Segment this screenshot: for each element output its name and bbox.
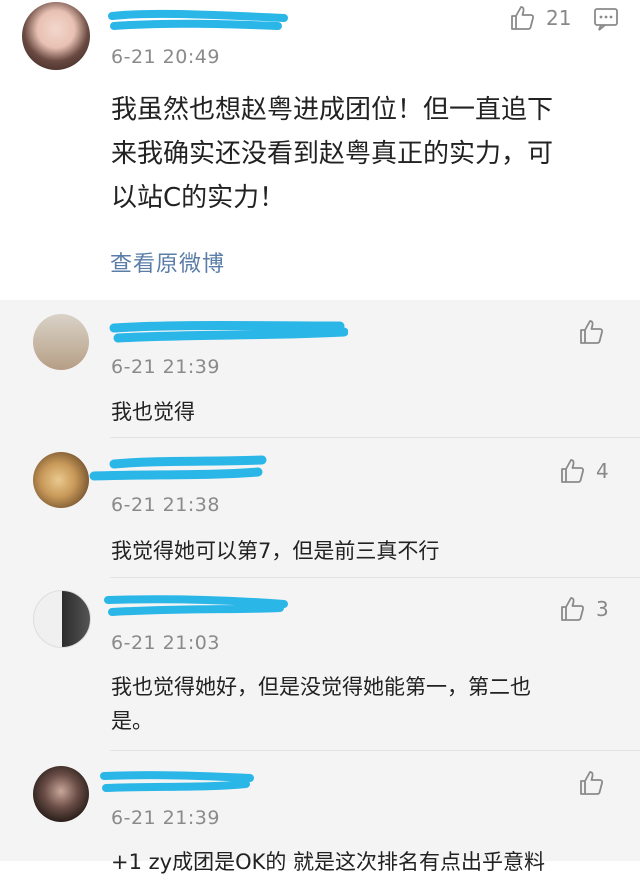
like-count: 4 bbox=[596, 459, 609, 483]
like-count: 3 bbox=[596, 597, 609, 621]
avatar[interactable] bbox=[33, 590, 91, 648]
like-count: 21 bbox=[546, 6, 572, 30]
reply-list: 6-21 21:39 我也觉得 6-21 21:38 4 我觉得她可以第7，但是… bbox=[0, 300, 640, 874]
avatar[interactable] bbox=[22, 2, 90, 70]
reply-time: 6-21 21:03 bbox=[111, 632, 220, 654]
reply-line: 我也觉得她好，但是没觉得她能第一，第二也 bbox=[111, 675, 531, 699]
username-redacted[interactable] bbox=[108, 4, 288, 34]
comment-text: 我虽然也想赵粤进成团位！但一直追下 来我确实还没看到赵粤真正的实力，可 以站C的… bbox=[111, 88, 553, 220]
like-button[interactable]: 3 bbox=[558, 595, 609, 623]
thumbs-up-icon bbox=[508, 4, 536, 32]
thumbs-up-icon bbox=[577, 769, 605, 797]
username-redacted[interactable] bbox=[88, 452, 268, 488]
avatar[interactable] bbox=[33, 314, 89, 370]
like-button[interactable] bbox=[577, 769, 605, 797]
divider bbox=[110, 437, 640, 438]
reply-time: 6-21 21:39 bbox=[111, 807, 220, 829]
comment-line: 以站C的实力！ bbox=[111, 183, 286, 213]
avatar[interactable] bbox=[33, 452, 89, 508]
reply-text: +1 zy成团是OK的 就是这次排名有点出乎意料 bbox=[111, 850, 546, 874]
reply-time: 6-21 21:38 bbox=[111, 494, 220, 516]
reply-text: 我也觉得她好，但是没觉得她能第一，第二也 是。 bbox=[111, 670, 531, 738]
comment-icon[interactable] bbox=[593, 6, 619, 32]
view-original-link[interactable]: 查看原微博 bbox=[110, 246, 225, 278]
divider bbox=[110, 577, 640, 578]
thumbs-up-icon bbox=[558, 595, 586, 623]
thumbs-up-icon bbox=[577, 318, 605, 346]
like-button[interactable] bbox=[577, 318, 605, 346]
comment-line: 来我确实还没看到赵粤真正的实力，可 bbox=[111, 139, 554, 169]
like-button[interactable]: 21 bbox=[508, 4, 571, 32]
comment-line: 我虽然也想赵粤进成团位！但一直追下 bbox=[111, 95, 554, 125]
divider bbox=[110, 750, 640, 751]
username-redacted[interactable] bbox=[96, 766, 256, 796]
reply-text: 我也觉得 bbox=[111, 400, 195, 424]
reply-text: 我觉得她可以第7，但是前三真不行 bbox=[111, 539, 440, 563]
username-redacted[interactable] bbox=[100, 590, 290, 620]
main-comment: 6-21 20:49 21 我虽然也想赵粤进成团位！但一直追下 来我确实还没看到… bbox=[0, 0, 640, 300]
like-button[interactable]: 4 bbox=[558, 457, 609, 485]
comment-time: 6-21 20:49 bbox=[111, 46, 220, 68]
thumbs-up-icon bbox=[558, 457, 586, 485]
reply-line: 是。 bbox=[111, 709, 153, 733]
reply-time: 6-21 21:39 bbox=[111, 356, 220, 378]
avatar[interactable] bbox=[33, 766, 89, 822]
username-redacted[interactable] bbox=[108, 314, 348, 344]
